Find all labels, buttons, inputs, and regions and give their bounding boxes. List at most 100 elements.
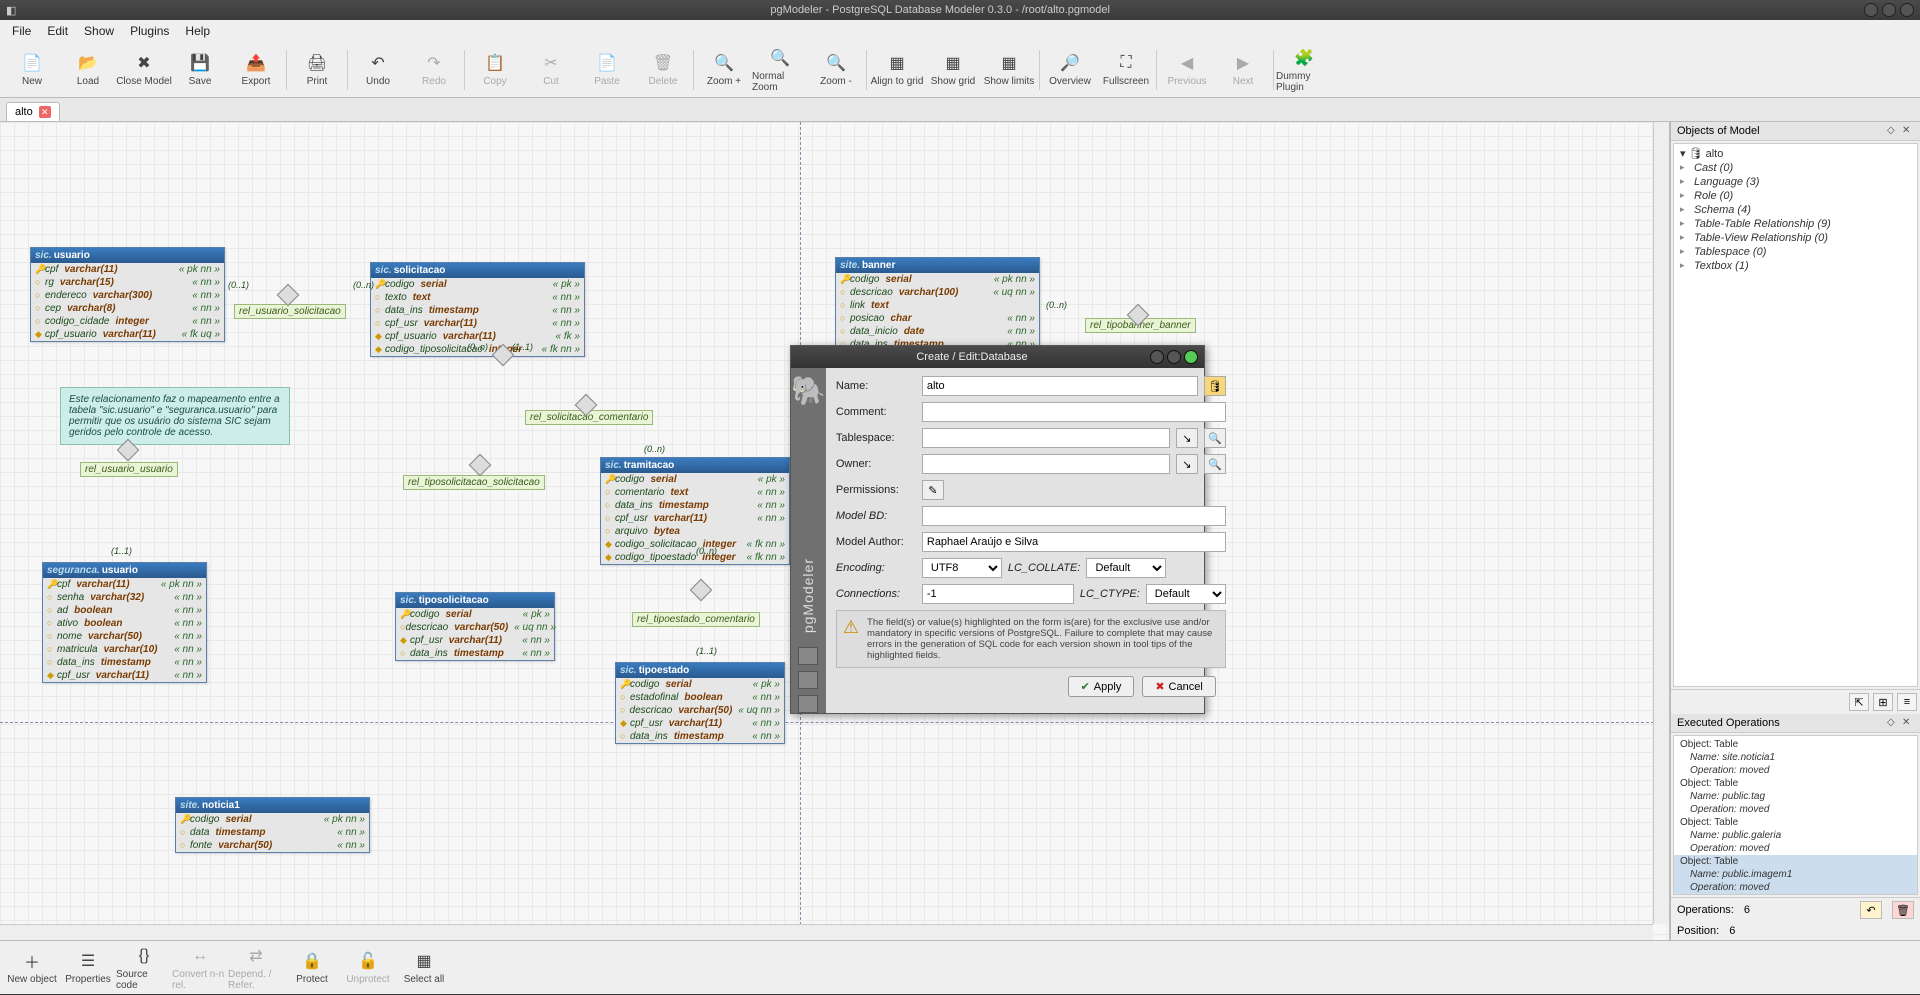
- tree-item[interactable]: Tablespace (0): [1676, 245, 1915, 259]
- column-row[interactable]: ○descricaovarchar(100)« uq nn »: [836, 286, 1039, 299]
- ctype-select[interactable]: Default: [1146, 584, 1226, 604]
- table-noticia1[interactable]: site.noticia1🔑codigoserial« pk nn »○data…: [175, 797, 370, 853]
- column-row[interactable]: ○comentariotext« nn »: [601, 486, 789, 499]
- menu-show[interactable]: Show: [76, 22, 122, 40]
- panel-float-icon[interactable]: ◇: [1887, 125, 1899, 137]
- panel-close-icon[interactable]: ✕: [1902, 717, 1914, 729]
- zoom--button[interactable]: 🔍Zoom -: [808, 43, 864, 97]
- search-icon[interactable]: 🔍: [1204, 428, 1226, 448]
- tree-item[interactable]: Table-View Relationship (0): [1676, 231, 1915, 245]
- tree-item[interactable]: Table-Table Relationship (9): [1676, 217, 1915, 231]
- name-input[interactable]: [922, 376, 1198, 396]
- panel-float-icon[interactable]: ◇: [1887, 717, 1899, 729]
- op-item[interactable]: Name: site.noticia1: [1674, 751, 1917, 764]
- author-input[interactable]: [922, 532, 1226, 552]
- column-row[interactable]: ○adboolean« nn »: [43, 604, 206, 617]
- panel-close-icon[interactable]: ✕: [1902, 125, 1914, 137]
- column-row[interactable]: ◆cpf_usrvarchar(11)« nn »: [43, 669, 206, 682]
- table-segusuario[interactable]: seguranca.usuario🔑cpfvarchar(11)« pk nn …: [42, 562, 207, 683]
- table-tramitacao[interactable]: sic.tramitacao🔑codigoserial« pk »○coment…: [600, 457, 790, 565]
- close-tab-icon[interactable]: ✕: [39, 106, 51, 118]
- column-row[interactable]: ○matriculavarchar(10)« nn »: [43, 643, 206, 656]
- table-usuario[interactable]: sic.usuario🔑cpfvarchar(11)« pk nn »○rgva…: [30, 247, 225, 342]
- column-row[interactable]: ◆cpf_usuariovarchar(11)« fk uq »: [31, 328, 224, 341]
- properties-button[interactable]: ☰Properties: [60, 941, 116, 995]
- tablespace-input[interactable]: [922, 428, 1170, 448]
- column-row[interactable]: ○data_instimestamp« nn »: [43, 656, 206, 669]
- column-row[interactable]: ◆codigo_tipoestadointeger« fk nn »: [601, 551, 789, 564]
- save-button[interactable]: 💾Save: [172, 43, 228, 97]
- tree-item[interactable]: Textbox (1): [1676, 259, 1915, 273]
- column-row[interactable]: ○descricaovarchar(50)« uq nn »: [616, 704, 784, 717]
- tree-collapse-button[interactable]: ⇱: [1849, 693, 1869, 711]
- column-row[interactable]: ○rgvarchar(15)« nn »: [31, 276, 224, 289]
- hscrollbar[interactable]: [0, 924, 1653, 940]
- relationship-label[interactable]: rel_usuario_solicitacao: [234, 304, 346, 319]
- sidebar-icon[interactable]: [798, 647, 818, 665]
- column-row[interactable]: ○linktext: [836, 299, 1039, 312]
- column-row[interactable]: ○fontevarchar(50)« nn »: [176, 839, 369, 852]
- op-item[interactable]: Object: Table: [1674, 777, 1917, 790]
- edit-permissions-button[interactable]: ✎: [922, 480, 944, 500]
- column-row[interactable]: ○cpf_usrvarchar(11)« nn »: [601, 512, 789, 525]
- tree-item[interactable]: Role (0): [1676, 189, 1915, 203]
- dialog-titlebar[interactable]: Create / Edit:Database: [791, 346, 1204, 368]
- menu-file[interactable]: File: [4, 22, 39, 40]
- comment-input[interactable]: [922, 402, 1226, 422]
- tree-root[interactable]: ▾ 🛢 alto: [1676, 146, 1915, 161]
- pick-icon[interactable]: ↘: [1176, 454, 1198, 474]
- column-row[interactable]: ◆cpf_usrvarchar(11)« nn »: [396, 634, 554, 647]
- column-row[interactable]: ◆codigo_solicitacaointeger« fk nn »: [601, 538, 789, 551]
- dialog-maximize-icon[interactable]: [1167, 350, 1181, 364]
- menu-help[interactable]: Help: [177, 22, 218, 40]
- table-tipoestado[interactable]: sic.tipoestado🔑codigoserial« pk »○estado…: [615, 662, 785, 744]
- dialog-minimize-icon[interactable]: [1150, 350, 1164, 364]
- tree-expand-button[interactable]: ⊞: [1873, 693, 1893, 711]
- tree-item[interactable]: Language (3): [1676, 175, 1915, 189]
- normal-zoom-button[interactable]: 🔍Normal Zoom: [752, 43, 808, 97]
- column-row[interactable]: ◆cpf_usrvarchar(11)« nn »: [616, 717, 784, 730]
- textbox-note[interactable]: Este relacionamento faz o mapeamento ent…: [60, 387, 290, 445]
- table-tiposolicitacao[interactable]: sic.tiposolicitacao🔑codigoserial« pk »○d…: [395, 592, 555, 661]
- overview-button[interactable]: 🔎Overview: [1042, 43, 1098, 97]
- new-object-button[interactable]: ＋New object: [4, 941, 60, 995]
- tree-item[interactable]: Cast (0): [1676, 161, 1915, 175]
- column-row[interactable]: ○nomevarchar(50)« nn »: [43, 630, 206, 643]
- column-row[interactable]: ○ativoboolean« nn »: [43, 617, 206, 630]
- modelbd-input[interactable]: [922, 506, 1226, 526]
- column-row[interactable]: ○arquivobytea: [601, 525, 789, 538]
- relationship-label[interactable]: rel_usuario_usuario: [80, 462, 178, 477]
- protect-button[interactable]: 🔒Protect: [284, 941, 340, 995]
- owner-input[interactable]: [922, 454, 1170, 474]
- column-row[interactable]: ○codigo_cidadeinteger« nn »: [31, 315, 224, 328]
- column-row[interactable]: ○textotext« nn »: [371, 291, 584, 304]
- new-button[interactable]: 📄New: [4, 43, 60, 97]
- menu-edit[interactable]: Edit: [39, 22, 76, 40]
- apply-button[interactable]: ✔Apply: [1068, 676, 1135, 697]
- column-row[interactable]: ○cepvarchar(8)« nn »: [31, 302, 224, 315]
- column-row[interactable]: ○posicaochar« nn »: [836, 312, 1039, 325]
- close-model-button[interactable]: ✖Close Model: [116, 43, 172, 97]
- column-row[interactable]: ○cpf_usrvarchar(11)« nn »: [371, 317, 584, 330]
- sidebar-icon[interactable]: [798, 695, 818, 713]
- connections-input[interactable]: [922, 584, 1074, 604]
- op-item[interactable]: Object: Table: [1674, 738, 1917, 751]
- menu-plugins[interactable]: Plugins: [122, 22, 177, 40]
- relationship-diamond[interactable]: [690, 579, 713, 602]
- column-row[interactable]: ○data_instimestamp« nn »: [371, 304, 584, 317]
- objects-tree[interactable]: ▾ 🛢 altoCast (0)Language (3)Role (0)Sche…: [1673, 143, 1918, 687]
- source-code-button[interactable]: {}Source code: [116, 941, 172, 995]
- sidebar-icon[interactable]: [798, 671, 818, 689]
- minimize-button[interactable]: [1864, 3, 1878, 17]
- op-item[interactable]: Operation: moved: [1674, 803, 1917, 816]
- column-row[interactable]: 🔑codigoserial« pk nn »: [836, 273, 1039, 286]
- align-to-grid-button[interactable]: ▦Align to grid: [869, 43, 925, 97]
- search-icon[interactable]: 🔍: [1204, 454, 1226, 474]
- vscrollbar[interactable]: [1653, 122, 1669, 924]
- column-row[interactable]: 🔑cpfvarchar(11)« pk nn »: [31, 263, 224, 276]
- pick-icon[interactable]: ↘: [1176, 428, 1198, 448]
- close-window-button[interactable]: [1900, 3, 1914, 17]
- collate-select[interactable]: Default: [1086, 558, 1166, 578]
- column-row[interactable]: 🔑codigoserial« pk »: [396, 608, 554, 621]
- column-row[interactable]: ○data_instimestamp« nn »: [616, 730, 784, 743]
